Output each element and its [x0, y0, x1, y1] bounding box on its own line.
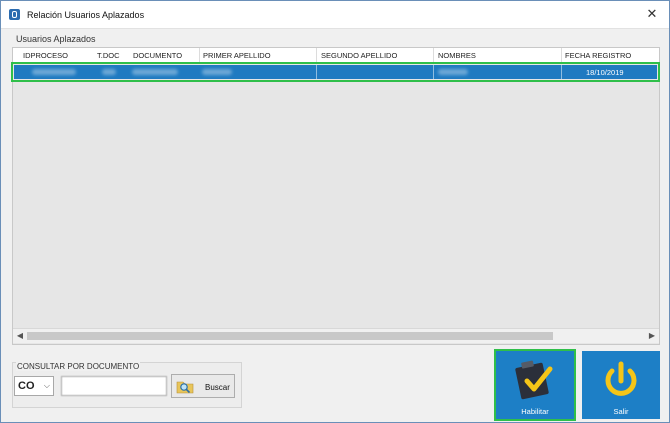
grid-header: IDPROCESO T.DOC DOCUMENTO PRIMER APELLID… [13, 48, 659, 63]
doc-type-value: CO [18, 380, 35, 392]
close-icon[interactable]: ✕ [641, 4, 663, 24]
row-separator [561, 65, 562, 79]
column-header-tdoc[interactable]: T.DOC [97, 51, 120, 60]
title-bar: Relación Usuarios Aplazados ✕ [1, 1, 669, 29]
habilitar-button-label: Habilitar [521, 407, 549, 416]
document-number-input[interactable] [61, 376, 167, 396]
redacted-idproceso [32, 69, 76, 75]
search-folder-icon [176, 381, 194, 394]
window-title: Relación Usuarios Aplazados [27, 10, 145, 20]
column-header-primer-apellido[interactable]: PRIMER APELLIDO [203, 51, 271, 60]
scroll-left-icon[interactable]: ◀ [13, 329, 27, 343]
salir-button[interactable]: Salir [582, 351, 660, 419]
table-row-selected[interactable]: 18/10/2019 [11, 62, 660, 82]
column-header-segundo-apellido[interactable]: SEGUNDO APELLIDO [321, 51, 397, 60]
doc-type-select[interactable]: CO ⌵ [14, 376, 54, 396]
cell-fecha-registro: 18/10/2019 [586, 68, 624, 77]
column-header-nombres[interactable]: NOMBRES [438, 51, 476, 60]
power-icon [605, 361, 637, 396]
group-label: Usuarios Aplazados [16, 34, 96, 44]
row-separator [433, 65, 434, 79]
search-button-label: Buscar [205, 383, 230, 392]
column-header-fecha-registro[interactable]: FECHA REGISTRO [565, 51, 631, 60]
column-header-documento[interactable]: DOCUMENTO [133, 51, 182, 60]
column-separator [561, 48, 562, 62]
scroll-right-icon[interactable]: ▶ [645, 329, 659, 343]
scroll-thumb[interactable] [27, 332, 553, 340]
chevron-down-icon[interactable]: ⌵ [44, 381, 50, 391]
search-button[interactable]: Buscar [171, 374, 235, 398]
app-icon [9, 9, 20, 20]
horizontal-scrollbar[interactable]: ◀ ▶ [13, 328, 659, 343]
column-separator [433, 48, 434, 62]
salir-button-label: Salir [613, 407, 629, 416]
habilitar-button[interactable]: Habilitar [494, 349, 576, 421]
column-separator [199, 48, 200, 62]
redacted-tdoc [102, 69, 116, 75]
clipboard-check-icon [515, 360, 553, 400]
row-separator [316, 65, 317, 79]
redacted-nombres [438, 69, 468, 75]
column-header-idproceso[interactable]: IDPROCESO [23, 51, 68, 60]
consult-label: CONSULTAR POR DOCUMENTO [16, 362, 141, 371]
users-grid[interactable]: IDPROCESO T.DOC DOCUMENTO PRIMER APELLID… [11, 47, 660, 345]
redacted-documento [132, 69, 178, 75]
redacted-primer-apellido [202, 69, 232, 75]
column-separator [316, 48, 317, 62]
